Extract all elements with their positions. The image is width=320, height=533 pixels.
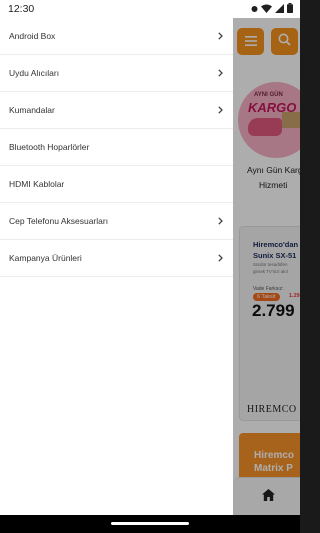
menu-item-label: Cep Telefonu Aksesuarları — [9, 216, 109, 226]
menu-item-label: Kumandalar — [9, 105, 55, 115]
status-bar: 12:30 — [0, 0, 300, 18]
menu-item-cep-telefonu-aksesuarlari[interactable]: Cep Telefonu Aksesuarları — [0, 203, 233, 240]
chevron-right-icon — [218, 254, 223, 262]
menu-item-kumandalar[interactable]: Kumandalar — [0, 92, 233, 129]
menu-item-bluetooth-hoparlorler[interactable]: Bluetooth Hoparlörler — [0, 129, 233, 166]
chevron-right-icon — [218, 217, 223, 225]
menu-item-hdmi-kablolar[interactable]: HDMI Kablolar — [0, 166, 233, 203]
battery-icon — [287, 0, 293, 18]
chevron-right-icon — [218, 106, 223, 114]
status-icons — [251, 0, 293, 18]
menu-item-android-box[interactable]: Android Box — [0, 18, 233, 55]
notification-icon — [251, 0, 258, 18]
signal-icon — [275, 0, 284, 18]
wifi-icon — [261, 0, 272, 18]
system-nav-bar — [0, 515, 300, 533]
home-gesture-pill[interactable] — [111, 522, 189, 525]
menu-item-label: Uydu Alıcıları — [9, 68, 60, 78]
menu-item-label: Android Box — [9, 31, 56, 41]
status-time: 12:30 — [8, 3, 35, 15]
chevron-right-icon — [218, 32, 223, 40]
category-drawer: Android Box Uydu Alıcıları Kumandalar Bl… — [0, 18, 233, 515]
menu-item-uydu-alicilari[interactable]: Uydu Alıcıları — [0, 55, 233, 92]
menu-item-label: Kampanya Ürünleri — [9, 253, 82, 263]
menu-item-kampanya-urunleri[interactable]: Kampanya Ürünleri — [0, 240, 233, 277]
menu-item-label: Bluetooth Hoparlörler — [9, 142, 90, 152]
menu-item-label: HDMI Kablolar — [9, 179, 65, 189]
chevron-right-icon — [218, 69, 223, 77]
